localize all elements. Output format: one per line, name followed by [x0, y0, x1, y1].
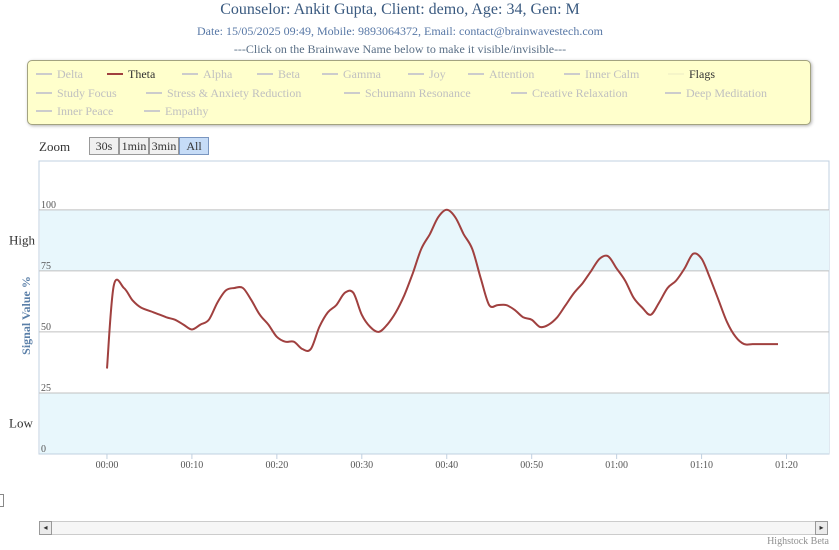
legend-item-label: Stress & Anxiety Reduction	[167, 86, 302, 100]
legend-line-icon	[322, 73, 338, 76]
zoom-3min-button[interactable]: 3min	[149, 137, 179, 155]
legend-line-icon	[144, 110, 160, 113]
legend-line-icon	[344, 92, 360, 95]
legend-item-label: Empathy	[165, 104, 209, 118]
legend-item-beta[interactable]: Beta	[257, 67, 300, 82]
legend-item-label: Alpha	[203, 67, 233, 81]
legend-line-icon	[36, 110, 52, 113]
zoom-label: Zoom	[39, 139, 71, 154]
legend-item-flags[interactable]: Flags	[668, 67, 715, 82]
zoom-1min-button[interactable]: 1min	[119, 137, 149, 155]
zoom-all-button[interactable]: All	[179, 137, 209, 155]
navigator-scroll-left-button[interactable]: ◂	[39, 521, 52, 535]
legend-item-label: Gamma	[343, 67, 381, 81]
x-tick-label: 00:10	[181, 460, 204, 471]
chart-subtitle: Date: 15/05/2025 09:49, Mobile: 98930643…	[197, 24, 603, 38]
y-tick-label: 75	[41, 261, 51, 272]
legend-line-icon	[511, 92, 527, 95]
legend-item-label: Flags	[689, 67, 716, 81]
legend-item-label: Creative Relaxation	[532, 86, 628, 100]
legend-line-icon	[36, 92, 52, 95]
x-tick-label: 01:10	[690, 460, 713, 471]
legend-line-icon	[665, 92, 681, 95]
legend-item-label: Attention	[489, 67, 535, 81]
legend-line-icon	[668, 73, 684, 76]
legend-hint: ---Click on the Brainwave Name below to …	[233, 42, 567, 56]
legend-line-icon	[408, 73, 424, 76]
legend-item-creative-relaxation[interactable]: Creative Relaxation	[511, 86, 628, 101]
chart-credit[interactable]: Highstock Beta	[767, 536, 829, 547]
legend-line-icon	[257, 73, 273, 76]
navigator-scroll-right-button[interactable]: ▸	[815, 521, 828, 535]
legend-item-gamma[interactable]: Gamma	[322, 67, 381, 82]
legend-item-stress-anxiety-reduction[interactable]: Stress & Anxiety Reduction	[146, 86, 301, 101]
legend-line-icon	[564, 73, 580, 76]
y-tick-label: 50	[41, 322, 51, 333]
x-tick-label: 00:20	[265, 460, 288, 471]
legend-item-label: Theta	[128, 67, 156, 81]
legend-item-inner-calm[interactable]: Inner Calm	[564, 67, 639, 82]
legend-line-icon	[182, 73, 198, 76]
legend: Delta Theta Alpha Beta Gamma Joy Attenti…	[27, 60, 811, 125]
legend-item-label: Joy	[429, 67, 446, 81]
panel-toggle-handle[interactable]	[0, 494, 4, 507]
legend-item-label: Inner Calm	[585, 67, 640, 81]
legend-line-icon	[36, 73, 52, 76]
legend-item-empathy[interactable]: Empathy	[144, 104, 208, 119]
legend-line-icon	[146, 92, 162, 95]
chart-title: Counselor: Ankit Gupta, Client: demo, Ag…	[220, 1, 580, 18]
plot-band-low	[40, 392, 829, 454]
y-tick-label: 25	[41, 383, 51, 394]
x-tick-label: 00:30	[350, 460, 373, 471]
legend-item-delta[interactable]: Delta	[36, 67, 83, 82]
legend-item-inner-peace[interactable]: Inner Peace	[36, 104, 113, 119]
zoom-30s-button[interactable]: 30s	[89, 137, 119, 155]
y-tick-label: 100	[41, 200, 56, 211]
legend-item-attention[interactable]: Attention	[468, 67, 534, 82]
legend-item-schumann-resonance[interactable]: Schumann Resonance	[344, 86, 471, 101]
plot-band-high	[40, 209, 829, 271]
x-tick-label: 01:20	[775, 460, 798, 471]
x-tick-label: 00:50	[520, 460, 543, 471]
band-label-high: High	[9, 232, 36, 247]
y-tick-label: 0	[41, 444, 46, 455]
legend-line-icon	[107, 73, 123, 76]
legend-item-joy[interactable]: Joy	[408, 67, 446, 82]
legend-item-alpha[interactable]: Alpha	[182, 67, 232, 82]
legend-item-label: Delta	[57, 67, 83, 81]
legend-item-label: Study Focus	[57, 86, 117, 100]
legend-item-theta[interactable]: Theta	[107, 67, 155, 82]
x-tick-label: 00:40	[435, 460, 458, 471]
legend-item-label: Beta	[278, 67, 300, 81]
legend-item-label: Inner Peace	[57, 104, 114, 118]
legend-line-icon	[468, 73, 484, 76]
y-axis-title: Signal Value %	[19, 276, 33, 355]
legend-item-label: Schumann Resonance	[365, 86, 471, 100]
x-tick-label: 01:00	[605, 460, 628, 471]
legend-item-deep-meditation[interactable]: Deep Meditation	[665, 86, 767, 101]
legend-item-label: Deep Meditation	[686, 86, 767, 100]
chart-plot: High Low 0 25 50 75 100 Signal Value % 00:00 00:1…	[9, 160, 830, 471]
x-tick-label: 00:00	[96, 460, 119, 471]
navigator-scrollbar-track[interactable]	[52, 521, 815, 535]
legend-item-study-focus[interactable]: Study Focus	[36, 86, 117, 101]
band-label-low: Low	[9, 415, 33, 430]
